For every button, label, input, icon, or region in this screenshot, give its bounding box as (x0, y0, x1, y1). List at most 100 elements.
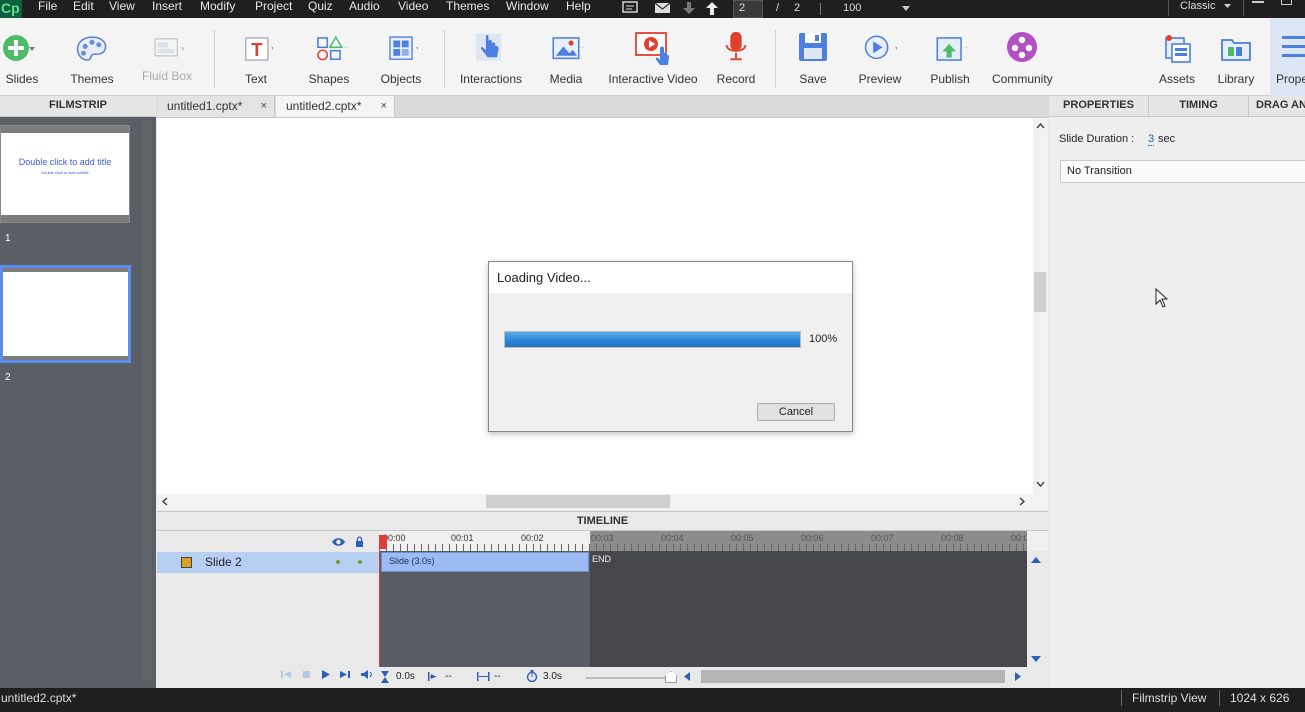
slide-layer-icon (181, 557, 192, 568)
transition-dropdown[interactable]: No Transition (1060, 160, 1305, 183)
menu-edit[interactable]: Edit (73, 0, 94, 13)
playhead-handle[interactable] (379, 535, 387, 549)
assets-label: Assets (1158, 72, 1195, 86)
play-icon[interactable] (322, 670, 330, 679)
menu-video[interactable]: Video (398, 0, 428, 13)
app-logo: Cp (0, 0, 22, 18)
text-button[interactable]: T Text (228, 18, 284, 96)
preview-button[interactable]: Preview (852, 18, 908, 96)
timeline-h-scroll-thumb[interactable] (701, 670, 1005, 683)
menu-file[interactable]: File (38, 0, 57, 13)
slide-thumbnail-2[interactable] (0, 265, 131, 363)
menu-audio[interactable]: Audio (349, 0, 380, 13)
cancel-button[interactable]: Cancel (757, 403, 835, 421)
scroll-left-icon[interactable] (162, 497, 168, 506)
interactive-video-button[interactable]: Interactive Video (606, 18, 700, 96)
shapes-button[interactable]: Shapes (300, 18, 358, 96)
fluid-box-button[interactable]: Fluid Box (138, 18, 196, 96)
in-time: -- (445, 671, 452, 682)
toolbar-divider (214, 30, 215, 88)
timeline-vertical-scrollbar[interactable] (1027, 551, 1047, 667)
layer-row-slide[interactable]: Slide 2 (157, 552, 379, 573)
ruler-minor-ticks (379, 544, 1027, 551)
maximize-icon[interactable] (1281, 0, 1292, 5)
timeline-header: TIMELINE (157, 511, 1048, 531)
arrow-down-icon[interactable] (683, 2, 695, 15)
interactions-label: Interactions (459, 72, 523, 86)
stage-horizontal-scrollbar[interactable] (157, 494, 1048, 510)
loading-video-dialog: Loading Video... 100% Cancel (488, 261, 853, 432)
slide-thumbnail-1[interactable]: Double click to add title Double click t… (0, 125, 130, 223)
scroll-right-icon[interactable] (1019, 497, 1025, 506)
lock-icon[interactable] (355, 536, 364, 547)
mail-icon[interactable] (654, 2, 671, 14)
close-icon[interactable]: × (381, 96, 387, 116)
eye-icon[interactable] (331, 537, 346, 547)
record-button[interactable]: Record (712, 18, 760, 96)
assets-icon (1165, 35, 1191, 63)
interactions-button[interactable]: Interactions (456, 18, 526, 96)
end-marker: END (592, 554, 612, 564)
current-slide-input[interactable]: 2 (733, 0, 763, 18)
close-icon[interactable]: × (261, 96, 267, 116)
tab-properties[interactable]: PROPERTIES (1049, 96, 1149, 117)
menu-project[interactable]: Project (255, 0, 292, 13)
publish-button[interactable]: Publish (922, 18, 978, 96)
menu-modify[interactable]: Modify (200, 0, 235, 13)
tab-timing[interactable]: TIMING (1149, 96, 1249, 117)
menu-help[interactable]: Help (566, 0, 591, 13)
speaker-icon[interactable] (361, 669, 373, 680)
rewind-icon[interactable] (281, 670, 292, 679)
filmstrip-scrollbar[interactable] (142, 121, 152, 681)
properties-button[interactable]: Prope (1270, 18, 1305, 96)
tab-untitled1[interactable]: untitled1.cptx* × (157, 96, 275, 117)
library-button[interactable]: Library (1212, 18, 1260, 96)
next-icon[interactable] (340, 670, 351, 679)
tick-label: 00:07 (871, 533, 894, 543)
status-bar: untitled2.cptx* Filmstrip View 1024 x 62… (0, 688, 1305, 712)
minimize-icon[interactable] (1252, 1, 1264, 3)
assets-button[interactable]: Assets (1154, 18, 1200, 96)
slide-timeline-bar[interactable]: Slide (3.0s) (381, 552, 589, 572)
slide-duration-input[interactable]: 3 (1148, 133, 1155, 146)
status-view[interactable]: Filmstrip View (1132, 688, 1206, 708)
lock-dot[interactable] (358, 560, 362, 564)
add-slide-icon (3, 35, 35, 61)
menu-window[interactable]: Window (506, 0, 549, 13)
community-button[interactable]: Community (992, 18, 1053, 96)
slides-button[interactable]: Slides (0, 18, 44, 96)
chevron-down-icon[interactable] (1224, 4, 1231, 8)
thumb-top-band (3, 268, 128, 272)
menu-themes[interactable]: Themes (446, 0, 489, 13)
scroll-up-icon[interactable] (1031, 557, 1041, 563)
tab-drag-and-drop[interactable]: DRAG AND (1249, 96, 1305, 117)
scroll-down-icon[interactable] (1031, 656, 1041, 662)
comment-icon[interactable] (622, 1, 638, 15)
stop-icon[interactable] (303, 671, 310, 678)
scroll-left-icon[interactable] (684, 672, 690, 681)
menu-quiz[interactable]: Quiz (308, 0, 333, 13)
objects-button[interactable]: Objects (372, 18, 430, 96)
thumb-bottom-band (3, 356, 128, 360)
scroll-down-icon[interactable] (1036, 481, 1045, 487)
visibility-dot[interactable] (336, 560, 340, 564)
scroll-up-icon[interactable] (1036, 123, 1045, 129)
stage-vertical-scrollbar[interactable] (1033, 118, 1048, 494)
scroll-right-icon[interactable] (1015, 672, 1021, 681)
zoom-slider-track[interactable] (586, 677, 672, 679)
scroll-thumb[interactable] (1034, 272, 1046, 312)
themes-label: Themes (70, 72, 114, 86)
workspace-selector[interactable]: Classic (1180, 0, 1215, 12)
chevron-down-icon[interactable] (902, 6, 910, 11)
duration-mark: -- (494, 671, 501, 682)
save-button[interactable]: Save (790, 18, 836, 96)
scroll-thumb[interactable] (486, 495, 670, 508)
zoom-level[interactable]: 100 (843, 0, 861, 16)
menu-insert[interactable]: Insert (152, 0, 182, 13)
media-button[interactable]: Media (538, 18, 594, 96)
themes-button[interactable]: Themes (64, 18, 120, 96)
tab-untitled2[interactable]: untitled2.cptx* × (276, 96, 395, 117)
menu-view[interactable]: View (109, 0, 135, 13)
arrow-up-icon[interactable] (706, 2, 718, 15)
zoom-slider-thumb[interactable] (665, 671, 677, 683)
